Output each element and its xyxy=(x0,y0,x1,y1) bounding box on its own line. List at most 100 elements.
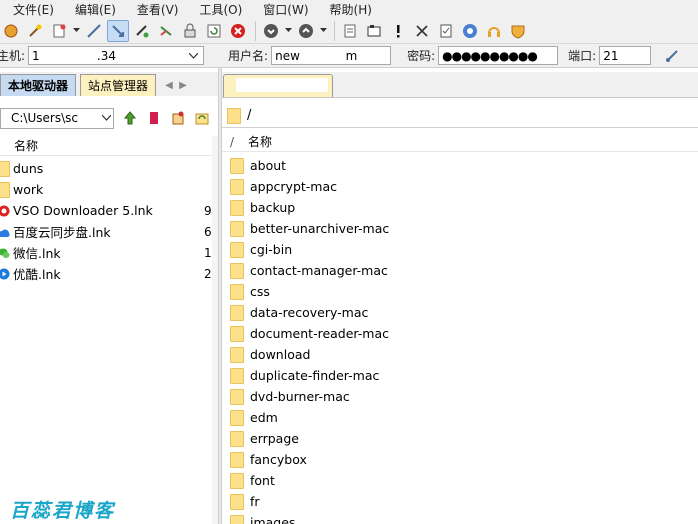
reconnect-icon[interactable] xyxy=(131,20,153,42)
port-label: 端口: xyxy=(568,49,597,63)
folder-icon xyxy=(230,220,244,237)
tab-local-drives[interactable]: 本地驱动器 xyxy=(0,74,77,96)
list-item[interactable]: 微信.lnk 1. xyxy=(0,242,218,263)
list-item[interactable]: download xyxy=(222,344,698,365)
sort-indicator: / xyxy=(230,134,235,149)
list-item[interactable]: dvd-burner-mac xyxy=(222,386,698,407)
folder-icon xyxy=(230,388,244,405)
menu-file[interactable]: 文件(E) xyxy=(13,1,54,18)
delete-icon[interactable] xyxy=(411,20,433,42)
folder-icon xyxy=(0,160,10,177)
bookmark-icon[interactable] xyxy=(143,107,165,129)
parent-folder-icon[interactable] xyxy=(119,107,141,129)
local-refresh-icon[interactable] xyxy=(167,107,189,129)
wand-icon[interactable] xyxy=(24,20,46,42)
list-item[interactable]: edm xyxy=(222,407,698,428)
list-item[interactable]: images xyxy=(222,512,698,524)
list-item[interactable]: about xyxy=(222,155,698,176)
disconnect-icon[interactable] xyxy=(83,20,105,42)
list-item[interactable]: VSO Downloader 5.lnk 99 xyxy=(0,200,219,221)
list-item[interactable]: duns xyxy=(0,158,218,179)
list-item[interactable]: contact-manager-mac xyxy=(222,260,698,281)
tab-site-manager[interactable]: 站点管理器 xyxy=(80,74,157,96)
left-pane-tabs: 本地驱动器 站点管理器 ◀ ▶ xyxy=(0,72,218,96)
list-item[interactable]: errpage xyxy=(222,428,698,449)
list-item[interactable]: backup xyxy=(222,197,698,218)
stop-icon[interactable] xyxy=(107,19,129,42)
local-path-combo[interactable]: C:\Users\sc xyxy=(0,107,114,129)
host-field[interactable]: 1 .34 xyxy=(28,46,205,65)
new-file-icon[interactable] xyxy=(435,20,457,42)
menu-help[interactable]: 帮助(H) xyxy=(330,1,372,18)
chevron-left-icon[interactable]: ◀ xyxy=(162,74,176,96)
chevron-down-icon[interactable] xyxy=(319,20,327,42)
chevron-down-icon[interactable] xyxy=(284,20,292,42)
toolbar-divider xyxy=(334,20,335,41)
list-item[interactable]: duplicate-finder-mac xyxy=(222,365,698,386)
remote-path[interactable]: / xyxy=(247,108,251,123)
list-item[interactable]: work xyxy=(0,179,218,200)
chevron-right-icon[interactable]: ▶ xyxy=(176,74,190,96)
folder-icon xyxy=(230,514,244,524)
menu-bar: 文件(E) 编辑(E) 查看(V) 工具(O) 窗口(W) 帮助(H) xyxy=(0,0,698,18)
folder-icon xyxy=(230,241,244,258)
folder-icon xyxy=(0,181,10,198)
menu-tools[interactable]: 工具(O) xyxy=(199,1,242,18)
chevron-down-icon[interactable] xyxy=(72,20,80,42)
list-item[interactable]: fr xyxy=(222,491,698,512)
folder-icon xyxy=(227,107,241,124)
lock-icon[interactable] xyxy=(179,20,201,42)
download-icon[interactable] xyxy=(260,20,282,42)
menu-view[interactable]: 查看(V) xyxy=(137,1,179,18)
remote-column-header[interactable]: / 名称 xyxy=(222,132,698,152)
tab-remote-session[interactable] xyxy=(223,74,333,97)
list-item[interactable]: font xyxy=(222,470,698,491)
list-item[interactable]: 百度云同步盘.lnk 69 xyxy=(0,221,219,242)
local-column-header[interactable]: 名称 xyxy=(0,136,218,156)
folder-icon xyxy=(230,472,244,489)
list-item[interactable]: document-reader-mac xyxy=(222,323,698,344)
chevron-down-icon[interactable] xyxy=(99,110,113,127)
settings-icon[interactable] xyxy=(459,20,481,42)
toolbar-divider xyxy=(255,20,256,41)
toolbar xyxy=(0,18,698,44)
transfer-icon[interactable] xyxy=(363,20,385,42)
list-item[interactable]: cgi-bin xyxy=(222,239,698,260)
blog-watermark: 百蕊君博客 xyxy=(10,500,116,522)
host-label: 主机: xyxy=(0,49,26,63)
headphone-icon[interactable] xyxy=(483,20,505,42)
exclamation-icon[interactable] xyxy=(387,20,409,42)
list-item[interactable]: appcrypt-mac xyxy=(222,176,698,197)
sync-folder-icon[interactable] xyxy=(191,107,213,129)
new-session-icon[interactable] xyxy=(48,20,70,42)
column-name-header[interactable]: 名称 xyxy=(248,133,272,150)
upload-icon[interactable] xyxy=(295,20,317,42)
port-field[interactable]: 21 xyxy=(599,46,652,65)
remote-path-bar[interactable]: / xyxy=(222,104,698,128)
local-file-list: duns work VSO Downloader 5.lnk 99 百度云同步盘… xyxy=(0,158,219,284)
connect-button[interactable] xyxy=(661,45,683,67)
menu-edit[interactable]: 编辑(E) xyxy=(75,1,116,18)
connect-icon[interactable] xyxy=(0,20,22,42)
folder-icon xyxy=(230,283,244,300)
folder-icon xyxy=(230,409,244,426)
remote-file-list: about appcrypt-mac backup better-unarchi… xyxy=(222,155,698,524)
remote-pane-tabs xyxy=(222,72,698,98)
refresh-icon[interactable] xyxy=(203,20,225,42)
list-item[interactable]: css xyxy=(222,281,698,302)
column-name-header[interactable]: 名称 xyxy=(14,137,38,154)
folder-icon xyxy=(230,451,244,468)
list-item[interactable]: fancybox xyxy=(222,449,698,470)
list-item[interactable]: 优酷.lnk 2. xyxy=(0,263,218,284)
password-field[interactable]: ●●●●●●●●●● xyxy=(438,46,559,65)
menu-window[interactable]: 窗口(W) xyxy=(263,1,308,18)
list-item[interactable]: data-recovery-mac xyxy=(222,302,698,323)
abort-icon[interactable] xyxy=(227,20,249,42)
shield-icon[interactable] xyxy=(507,20,529,42)
list-item[interactable]: better-unarchiver-mac xyxy=(222,218,698,239)
username-label: 用户名: xyxy=(228,49,269,63)
username-field[interactable]: new m xyxy=(271,46,392,65)
chevron-down-icon[interactable] xyxy=(186,47,200,64)
edit-icon[interactable] xyxy=(339,20,361,42)
quick-connect-icon[interactable] xyxy=(155,20,177,42)
